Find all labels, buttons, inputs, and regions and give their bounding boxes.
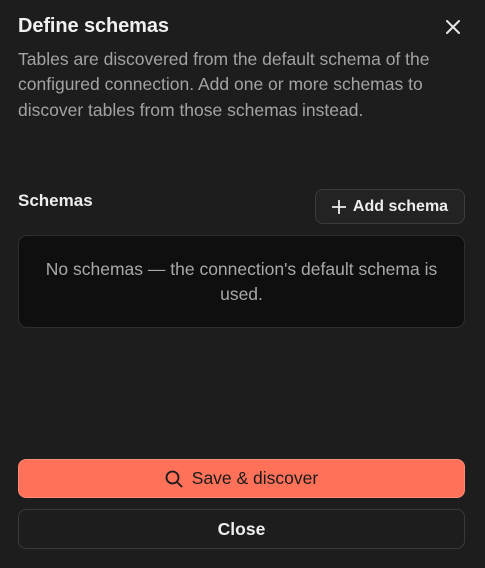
close-button-label: Close	[217, 518, 266, 539]
dialog-description: Tables are discovered from the default s…	[18, 49, 430, 120]
schemas-empty-state: No schemas — the connection's default sc…	[18, 235, 465, 328]
empty-state-message: No schemas — the connection's default sc…	[45, 258, 438, 304]
dialog-title: Define schemas	[18, 15, 169, 37]
close-icon	[446, 20, 460, 34]
save-and-discover-button[interactable]: Save & discover	[18, 459, 465, 498]
add-schema-button[interactable]: Add schema	[315, 189, 465, 224]
save-and-discover-label: Save & discover	[191, 468, 319, 488]
close-dialog-button[interactable]	[441, 15, 465, 39]
define-schemas-dialog: Define schemas Tables are discovered fro…	[0, 0, 485, 568]
schemas-section-label: Schemas	[18, 191, 93, 210]
close-button[interactable]: Close	[18, 509, 465, 549]
add-schema-label: Add schema	[352, 197, 449, 215]
plus-icon	[331, 199, 346, 214]
search-icon	[165, 470, 183, 487]
